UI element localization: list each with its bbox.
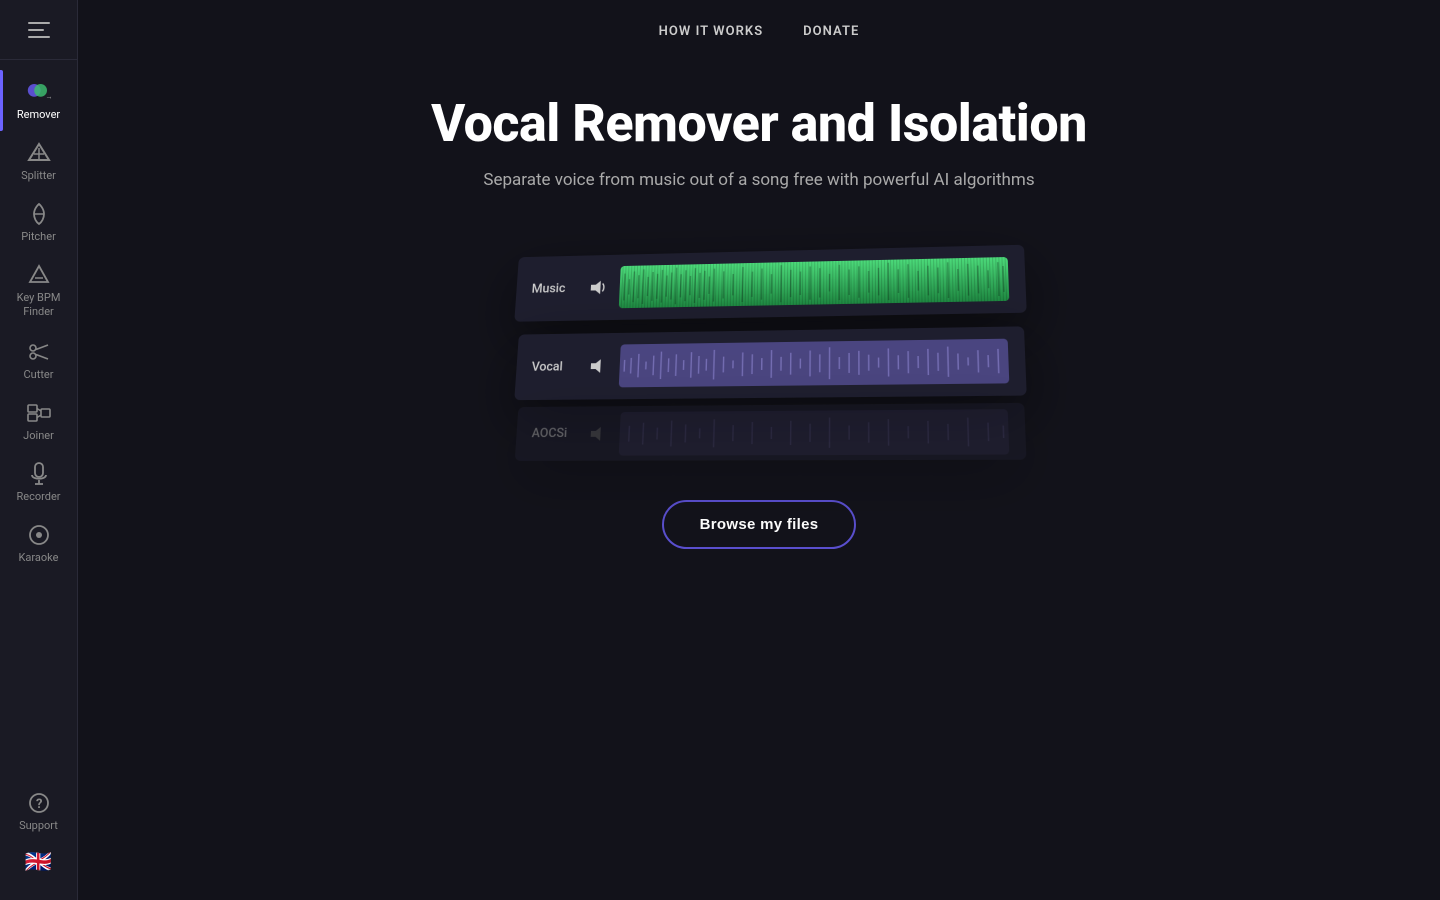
hamburger-menu[interactable]	[0, 0, 77, 60]
browse-files-button[interactable]: Browse my files	[662, 500, 857, 549]
recorder-icon	[27, 462, 51, 486]
karaoke-icon	[27, 523, 51, 547]
cutter-icon	[27, 340, 51, 364]
language-flag: 🇬🇧	[25, 852, 52, 874]
pitcher-icon	[27, 202, 51, 226]
svg-text:?: ?	[36, 797, 42, 812]
sidebar-label-support: Support	[19, 819, 58, 832]
sidebar-item-pitcher[interactable]: Pitcher	[0, 192, 77, 253]
sidebar-label-keybpm: Key BPMFinder	[17, 291, 61, 320]
remover-icon: →	[27, 80, 51, 104]
top-nav: HOW IT WORKS DONATE	[78, 0, 1440, 55]
sidebar-item-support[interactable]: ? Support	[0, 781, 77, 842]
main-content: HOW IT WORKS DONATE Vocal Remover and Is…	[78, 0, 1440, 900]
hero-subtitle: Separate voice from music out of a song …	[483, 170, 1034, 190]
sidebar-label-recorder: Recorder	[16, 490, 60, 503]
sidebar-bottom: ? Support 🇬🇧	[0, 781, 77, 900]
aocs-waveform-bar	[619, 409, 1010, 455]
joiner-icon	[27, 401, 51, 425]
svg-text:→: →	[45, 92, 51, 101]
sidebar-label-splitter: Splitter	[21, 169, 56, 182]
sidebar-item-language[interactable]: 🇬🇧	[0, 842, 77, 884]
sidebar-label-remover: Remover	[17, 108, 60, 121]
sidebar-nav: → Remover Splitter	[0, 60, 77, 781]
nav-donate[interactable]: DONATE	[803, 24, 859, 39]
waveform-visualization: Music	[479, 230, 1039, 450]
music-waveform-bar	[619, 257, 1010, 308]
aocs-speaker-icon	[588, 425, 606, 443]
sidebar-item-cutter[interactable]: Cutter	[0, 330, 77, 391]
sidebar-item-keybpm[interactable]: Key BPMFinder	[0, 253, 77, 330]
waveform-aocs-track: AOCSi	[515, 403, 1027, 461]
nav-how-it-works[interactable]: HOW IT WORKS	[659, 24, 764, 39]
waveform-vocal-track: Vocal	[514, 327, 1026, 401]
sidebar-label-pitcher: Pitcher	[21, 230, 56, 243]
vocal-speaker-icon	[588, 357, 606, 375]
sidebar: → Remover Splitter	[0, 0, 78, 900]
hero-section: Vocal Remover and Isolation Separate voi…	[78, 95, 1440, 549]
sidebar-label-karaoke: Karaoke	[19, 551, 59, 564]
vocal-track-label: Vocal	[531, 359, 576, 374]
waveform-music-track: Music	[514, 245, 1026, 322]
hamburger-icon	[28, 22, 50, 38]
support-icon: ?	[27, 791, 51, 815]
hero-title: Vocal Remover and Isolation	[431, 95, 1087, 152]
sidebar-item-remover[interactable]: → Remover	[0, 70, 77, 131]
aocs-track-label: AOCSi	[531, 426, 576, 441]
sidebar-item-joiner[interactable]: Joiner	[0, 391, 77, 452]
sidebar-label-cutter: Cutter	[24, 368, 54, 381]
keybpm-icon	[27, 263, 51, 287]
sidebar-item-recorder[interactable]: Recorder	[0, 452, 77, 513]
sidebar-item-splitter[interactable]: Splitter	[0, 131, 77, 192]
sidebar-label-joiner: Joiner	[23, 429, 54, 442]
vocal-waveform-bar	[619, 339, 1010, 388]
music-speaker-icon	[588, 279, 606, 297]
splitter-icon	[27, 141, 51, 165]
music-track-label: Music	[531, 281, 576, 296]
sidebar-item-karaoke[interactable]: Karaoke	[0, 513, 77, 574]
